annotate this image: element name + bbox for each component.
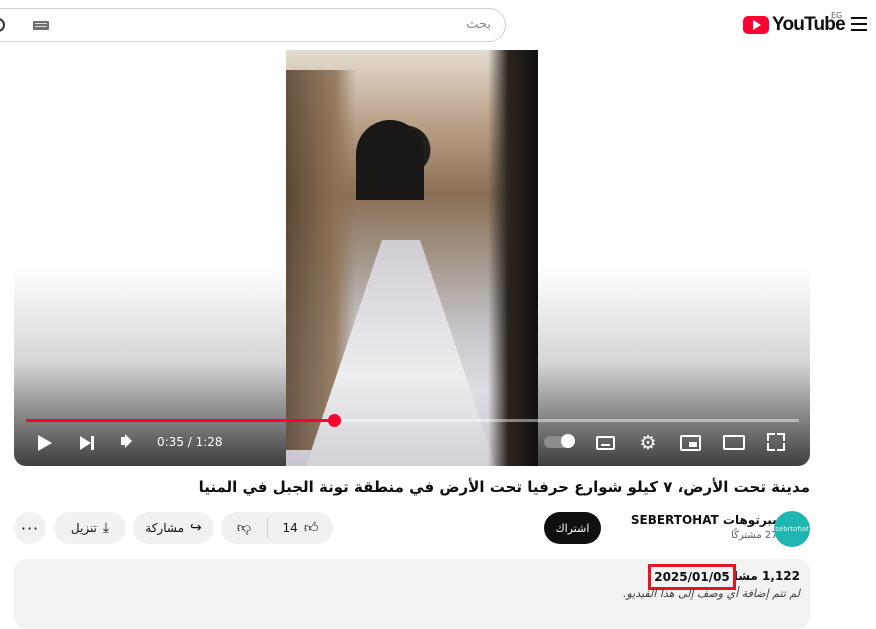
search-input-placeholder[interactable]: بحث (466, 17, 491, 32)
search-icon[interactable] (0, 18, 5, 32)
download-label: تنزيل (70, 521, 97, 535)
progress-scrubber-handle[interactable] (327, 414, 341, 427)
like-count: 14 (282, 521, 298, 535)
download-button[interactable]: ⤓ تنزيل (54, 512, 126, 544)
channel-avatar[interactable]: sebrtohat (774, 511, 810, 547)
progress-bar[interactable] (26, 414, 799, 427)
more-actions-button[interactable]: ··· (14, 512, 46, 544)
theater-mode-icon[interactable] (723, 435, 745, 450)
fullscreen-icon[interactable] (767, 433, 785, 451)
download-icon: ⤓ (102, 520, 110, 536)
progress-fill (26, 419, 334, 422)
gear-icon[interactable]: ⚙ (639, 434, 657, 453)
more-icon: ··· (20, 518, 40, 538)
video-player[interactable]: 0:35 / 1:28 ⚙ (14, 50, 810, 466)
share-label: مشاركة (145, 521, 184, 535)
thumbs-down-icon: 👎︎ (236, 520, 252, 536)
autoplay-toggle[interactable] (544, 434, 575, 448)
country-code: EG (831, 11, 843, 20)
avatar-text: sebrtohat (775, 525, 809, 533)
like-button[interactable]: 14 👍︎ (268, 512, 333, 544)
menu-icon[interactable] (851, 17, 867, 31)
volume-icon[interactable] (121, 437, 127, 445)
subscribe-button[interactable]: اشتراك (544, 512, 601, 544)
share-button[interactable]: ↪ مشاركة (133, 512, 214, 544)
subtitles-icon[interactable] (596, 436, 615, 450)
channel-name[interactable]: سبرتوهات SEBERTOHAT (631, 513, 784, 527)
share-icon: ↪ (190, 520, 202, 536)
play-icon[interactable] (38, 435, 52, 451)
youtube-play-logo-icon (743, 16, 769, 34)
time-display: 0:35 / 1:28 (157, 435, 223, 449)
dislike-button[interactable]: 👎︎ (221, 512, 267, 544)
search-box[interactable]: بحث (0, 8, 506, 42)
video-frame[interactable] (286, 50, 538, 466)
keyboard-icon[interactable] (33, 21, 49, 30)
description-text: لم تتم إضافة أي وصف إلى هذا الفيديو. (623, 587, 800, 600)
like-dislike-group: 👎︎ 14 👍︎ (221, 512, 333, 544)
description-box[interactable]: 1,122 مشاهدة 2025/01/05 لم تتم إضافة أي … (14, 559, 810, 629)
video-title: مدينة تحت الأرض، ٧ كيلو شوارع حرفيا تحت … (198, 478, 810, 496)
thumbs-up-icon: 👍︎ (303, 520, 319, 536)
next-icon[interactable] (80, 436, 94, 450)
miniplayer-icon[interactable] (680, 435, 701, 451)
